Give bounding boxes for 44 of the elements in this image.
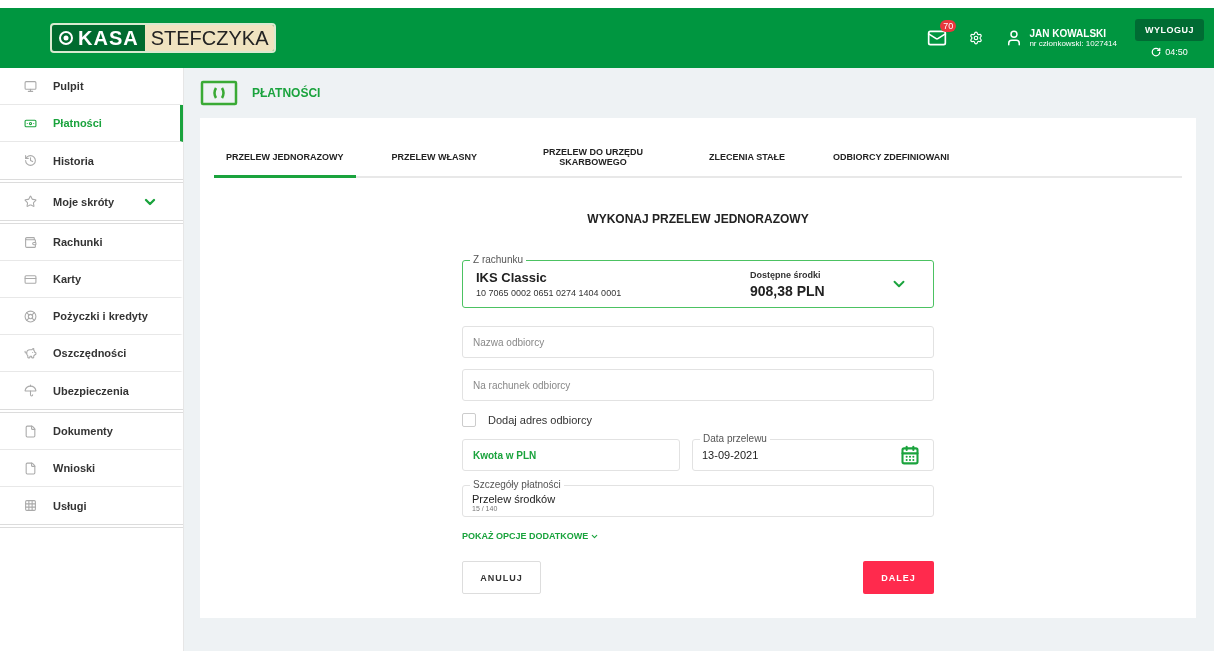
sidebar-item[interactable]: Ubezpieczenia bbox=[0, 372, 183, 409]
page-title: PŁATNOŚCI bbox=[252, 86, 321, 100]
date-field[interactable]: Data przelewu 13-09-2021 bbox=[692, 432, 934, 471]
logo-text: STEFCZYKA bbox=[144, 25, 275, 51]
recipient-account-field[interactable]: Na rachunek odbiorcy bbox=[462, 369, 934, 401]
logo-emblem-icon bbox=[58, 30, 74, 46]
sidebar-item[interactable]: Wnioski bbox=[0, 450, 183, 487]
field-label: Data przelewu bbox=[700, 432, 770, 445]
sidebar-item[interactable]: Moje skróty bbox=[0, 183, 183, 220]
logo-text: KASA bbox=[77, 26, 140, 50]
tab[interactable]: PRZELEW DO URZĘDU SKARBOWEGO bbox=[513, 138, 673, 178]
tab[interactable]: ODBIORCY ZDEFINIOWANI bbox=[821, 138, 962, 178]
form-title: WYKONAJ PRZELEW JEDNORAZOWY bbox=[586, 212, 810, 226]
sidebar-item[interactable]: Pożyczki i kredyty bbox=[0, 298, 183, 335]
checkbox-label: Dodaj adres odbiorcy bbox=[488, 414, 592, 426]
logout-button[interactable]: WYLOGUJ bbox=[1135, 19, 1204, 41]
banknote-icon bbox=[200, 80, 238, 106]
sidebar-item[interactable]: Oszczędności bbox=[0, 335, 183, 372]
sidebar-item[interactable]: Dokumenty bbox=[0, 413, 183, 450]
account-select[interactable]: Z rachunku IKS Classic 10 7065 0002 0651 0274 1404 0001 Dostępne środki 908,38 PLN bbox=[462, 253, 934, 308]
sidebar-item[interactable]: Rachunki bbox=[0, 224, 183, 261]
refresh-icon[interactable] bbox=[1151, 47, 1162, 57]
user-name: JAN KOWALSKI bbox=[1029, 28, 1108, 39]
tab[interactable]: PRZELEW JEDNORAZOWY bbox=[214, 138, 356, 178]
sidebar-item[interactable]: Pulpit bbox=[0, 68, 183, 105]
sidebar-item[interactable]: Karty bbox=[0, 261, 183, 298]
sidebar-item[interactable]: Historia bbox=[0, 142, 183, 179]
mail-icon[interactable] bbox=[927, 28, 948, 48]
settings-icon[interactable] bbox=[969, 31, 984, 45]
logo[interactable]: KASA STEFCZYKA bbox=[50, 23, 277, 53]
checkbox[interactable] bbox=[462, 413, 476, 427]
field-label: Z rachunku bbox=[470, 253, 527, 266]
field-label: Szczegóły płatności bbox=[470, 478, 564, 491]
message-count: 70 bbox=[940, 20, 957, 32]
session-timer: 04:50 bbox=[1165, 47, 1188, 57]
calendar-icon[interactable] bbox=[900, 445, 920, 465]
member-number: nr członkowski: 1027414 bbox=[1029, 39, 1117, 48]
next-button[interactable]: DALEJ bbox=[863, 561, 934, 594]
tab[interactable]: PRZELEW WŁASNY bbox=[379, 138, 489, 178]
cancel-button[interactable]: ANULUJ bbox=[462, 561, 541, 594]
recipient-name-field[interactable]: Nazwa odbiorcy bbox=[462, 326, 934, 358]
amount-field[interactable]: Kwota w PLN bbox=[462, 439, 680, 471]
sidebar-item[interactable]: Usługi bbox=[0, 487, 183, 524]
tab[interactable]: ZLECENIA STAŁE bbox=[697, 138, 797, 178]
